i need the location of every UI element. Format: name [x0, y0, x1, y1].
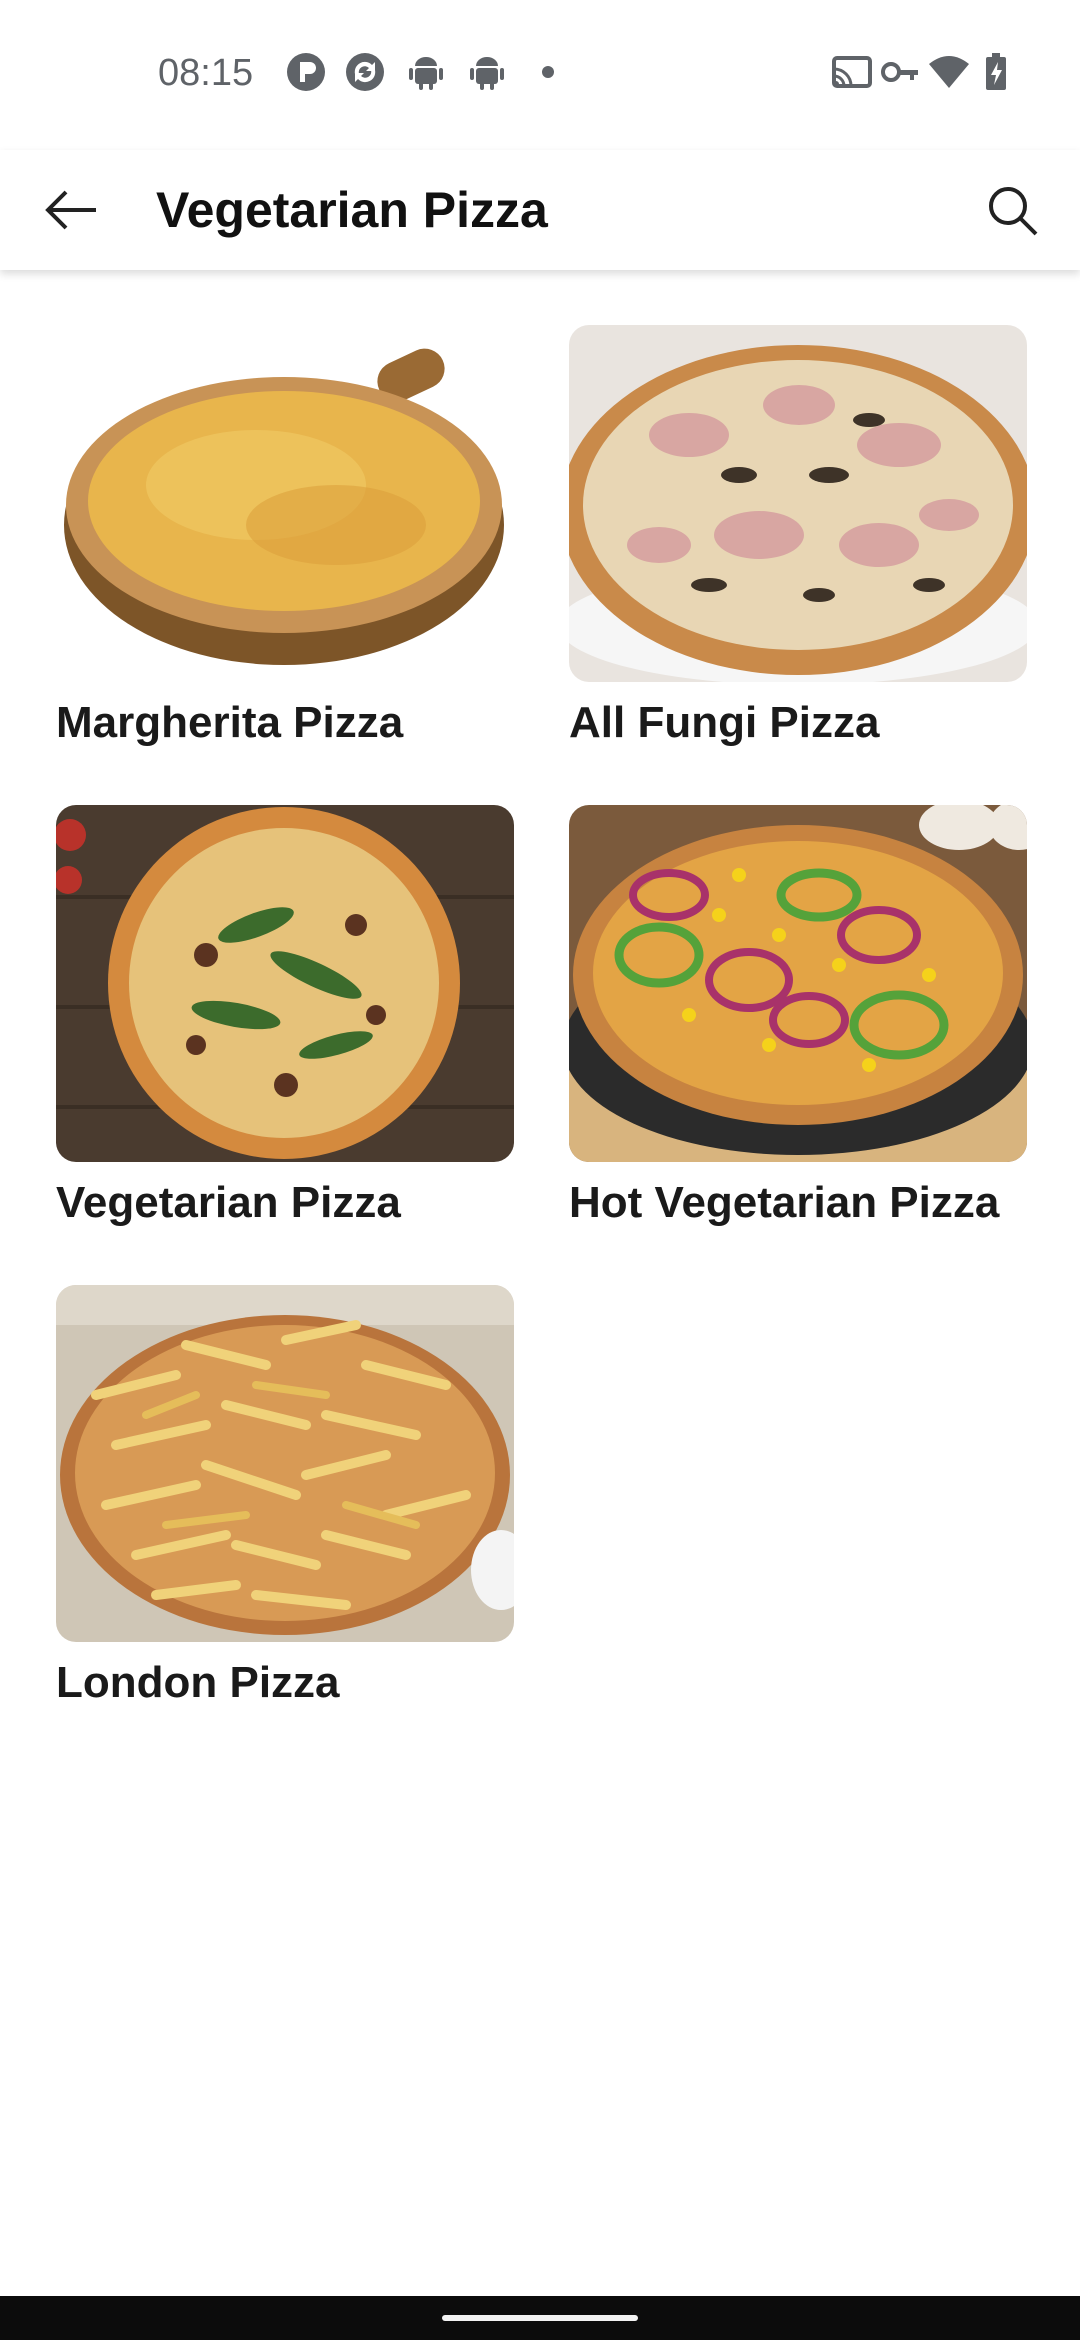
cast-icon — [832, 56, 872, 88]
pizza-card[interactable]: Vegetarian Pizza — [56, 805, 514, 1234]
pizza-card[interactable]: London Pizza — [56, 1285, 514, 1714]
battery-charging-icon — [986, 53, 1006, 90]
p-app-icon — [287, 53, 325, 91]
fungi-pizza-image — [569, 325, 1027, 682]
status-bar: 08:15 — [0, 0, 1080, 150]
pizza-card[interactable]: All Fungi Pizza — [569, 325, 1027, 754]
android-icon — [409, 57, 443, 90]
wifi-icon — [929, 56, 969, 88]
pizza-card-label: All Fungi Pizza — [569, 698, 880, 747]
sync-app-icon — [346, 53, 384, 91]
pizza-card-label: Margherita Pizza — [56, 698, 404, 747]
search-icon — [989, 187, 1038, 236]
margherita-pizza-image — [56, 325, 514, 682]
arrow-left-icon — [45, 190, 96, 230]
london-pizza-image — [56, 1285, 514, 1642]
pizza-card-label: Hot Vegetarian Pizza — [569, 1178, 1000, 1227]
status-time: 08:15 — [158, 52, 254, 94]
search-button[interactable] — [980, 178, 1044, 242]
android-icon — [470, 57, 504, 90]
app-bar: Vegetarian Pizza — [0, 150, 1080, 270]
back-button[interactable] — [40, 178, 104, 242]
pizza-card-label: Vegetarian Pizza — [56, 1178, 401, 1227]
navigation-bar — [0, 2296, 1080, 2340]
hot-vegetarian-pizza-image — [569, 805, 1027, 1162]
home-gesture-handle[interactable] — [442, 2315, 638, 2321]
vpn-key-icon — [881, 62, 918, 82]
vegetarian-pizza-image — [56, 805, 514, 1162]
pizza-card[interactable]: Hot Vegetarian Pizza — [569, 805, 1027, 1234]
dot-icon — [542, 66, 554, 78]
pizza-card[interactable]: Margherita Pizza — [56, 325, 514, 754]
pizza-card-label: London Pizza — [56, 1658, 340, 1707]
page-title: Vegetarian Pizza — [156, 182, 548, 238]
